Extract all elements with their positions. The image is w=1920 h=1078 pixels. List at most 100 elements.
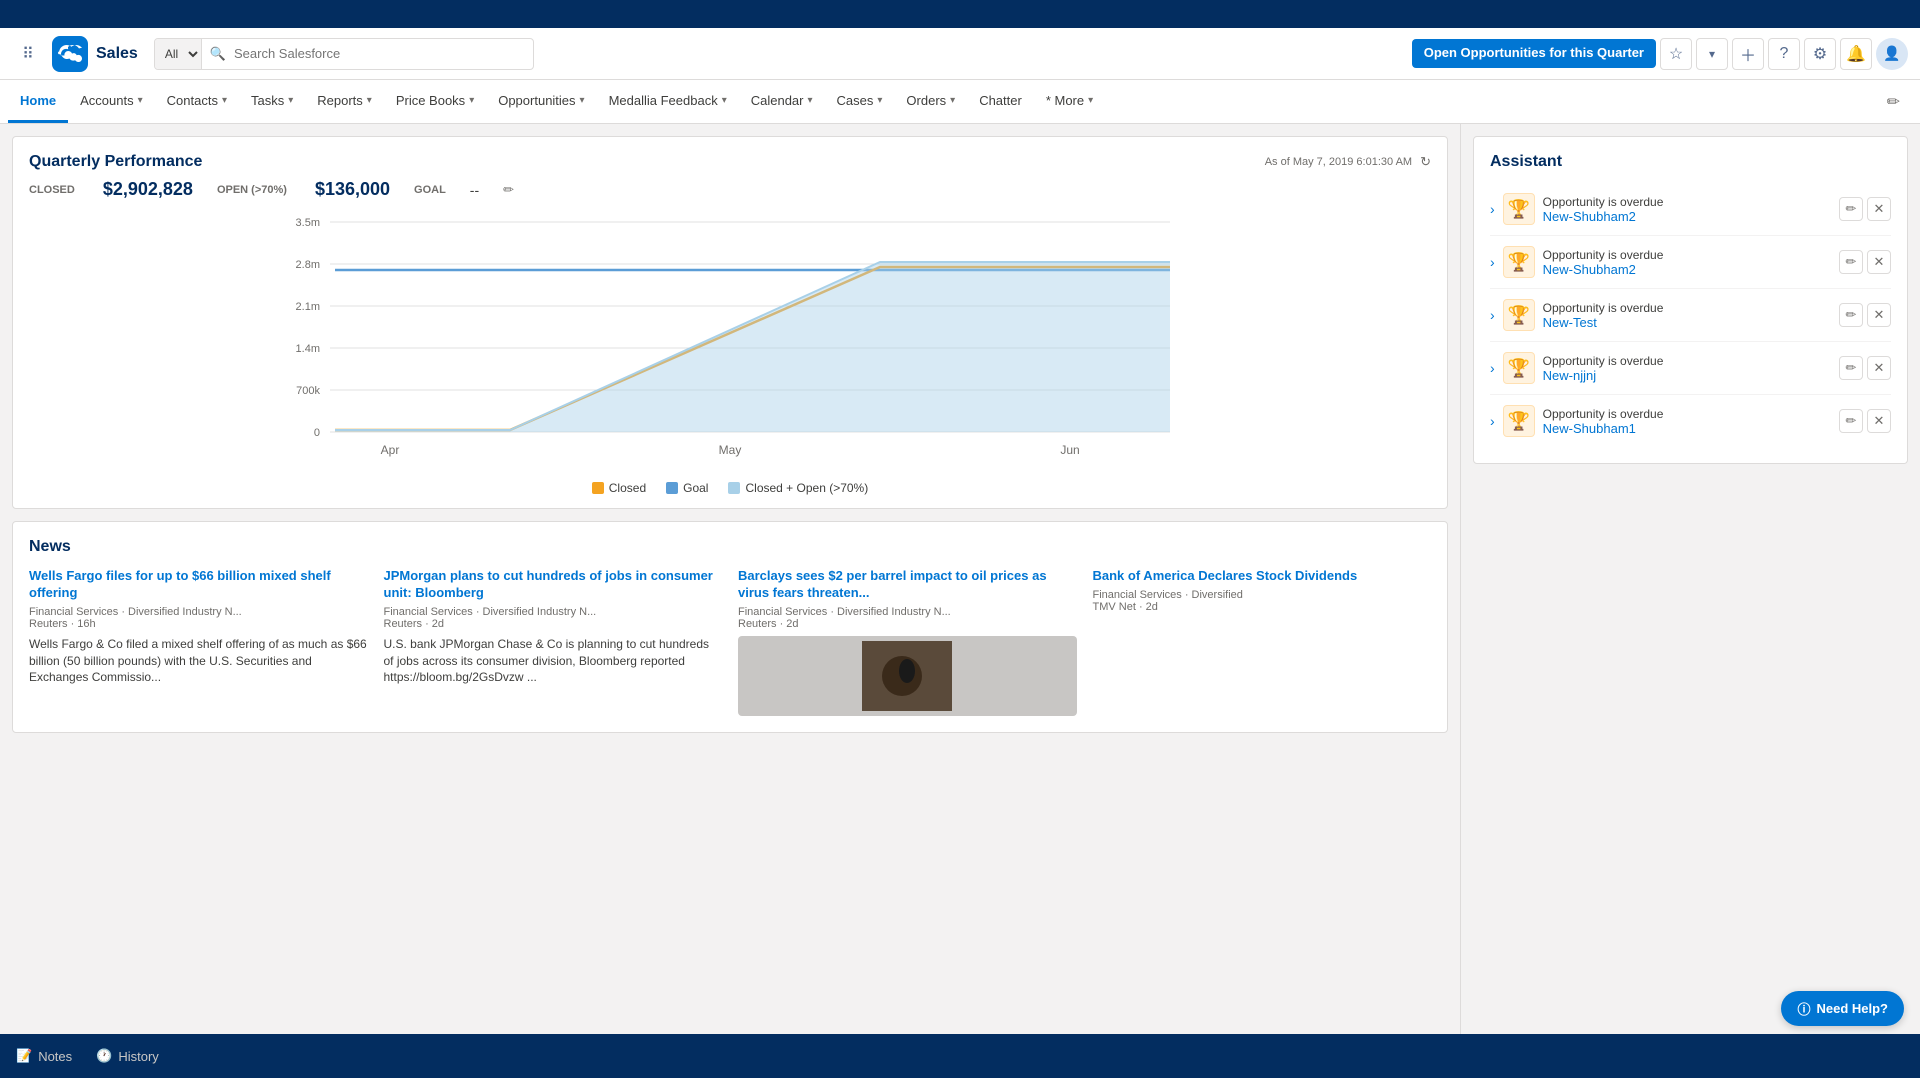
nav-item-chatter[interactable]: Chatter	[967, 80, 1034, 123]
new-record-icon[interactable]: ＋	[1732, 38, 1764, 70]
expand-icon[interactable]: ›	[1490, 413, 1495, 429]
history-label: History	[118, 1049, 158, 1064]
salesforce-logo[interactable]	[52, 36, 88, 72]
assist-link[interactable]: New-Test	[1543, 315, 1831, 330]
search-icon: 🔍	[202, 46, 234, 62]
legend-goal-dot	[666, 482, 678, 494]
search-input[interactable]	[234, 46, 533, 61]
nav-item-cases[interactable]: Cases ▾	[825, 80, 895, 123]
edit-button[interactable]: ✏	[1839, 303, 1863, 327]
nav-item-more[interactable]: * More ▾	[1034, 80, 1105, 123]
legend-closed-open: Closed + Open (>70%)	[728, 481, 868, 495]
nav-item-medallia[interactable]: Medallia Feedback ▾	[597, 80, 739, 123]
setup-icon[interactable]: ⚙	[1804, 38, 1836, 70]
assist-link[interactable]: New-Shubham1	[1543, 421, 1831, 436]
notes-label: Notes	[38, 1049, 72, 1064]
qp-metrics: CLOSED $2,902,828 OPEN (>70%) $136,000 G…	[29, 179, 1431, 200]
content-area: Quarterly Performance As of May 7, 2019 …	[0, 124, 1920, 1078]
assist-actions: ✏ ✕	[1839, 356, 1891, 380]
open-label: OPEN (>70%)	[217, 184, 287, 196]
legend-closed-open-dot	[728, 482, 740, 494]
app-grid-icon[interactable]: ⠿	[12, 38, 44, 70]
goal-edit-icon[interactable]: ✏	[503, 182, 514, 198]
open-opportunities-button[interactable]: Open Opportunities for this Quarter	[1412, 39, 1656, 68]
nav-item-home-label: Home	[20, 93, 56, 108]
chevron-down-icon: ▾	[367, 95, 372, 106]
chevron-down-icon: ▾	[950, 95, 955, 106]
legend-goal-label: Goal	[683, 481, 708, 495]
nav-item-opportunities[interactable]: Opportunities ▾	[486, 80, 596, 123]
dismiss-button[interactable]: ✕	[1867, 409, 1891, 433]
dismiss-button[interactable]: ✕	[1867, 303, 1891, 327]
news-item: JPMorgan plans to cut hundreds of jobs i…	[384, 568, 723, 716]
news-item-title[interactable]: Bank of America Declares Stock Dividends	[1093, 568, 1432, 585]
chart-legend: Closed Goal Closed + Open (>70%)	[29, 481, 1431, 495]
main-header: ⠿ Sales All 🔍 Open Opportunities for thi…	[0, 28, 1920, 80]
nav-item-accounts-label: Accounts	[80, 93, 133, 108]
expand-icon[interactable]: ›	[1490, 201, 1495, 217]
favorites-list-icon[interactable]: ▾	[1696, 38, 1728, 70]
nav-item-home[interactable]: Home	[8, 80, 68, 123]
nav-item-pricebooks-label: Price Books	[396, 93, 465, 108]
search-scope-select[interactable]: All	[155, 39, 202, 69]
right-panel: Assistant › 🏆 Opportunity is overdue New…	[1460, 124, 1920, 1078]
assist-link[interactable]: New-Shubham2	[1543, 262, 1831, 277]
edit-button[interactable]: ✏	[1839, 250, 1863, 274]
chevron-down-icon: ▾	[580, 95, 585, 106]
refresh-icon[interactable]: ↻	[1420, 154, 1431, 170]
nav-item-tasks[interactable]: Tasks ▾	[239, 80, 305, 123]
history-item[interactable]: 🕐 History	[96, 1048, 159, 1064]
news-item-title[interactable]: JPMorgan plans to cut hundreds of jobs i…	[384, 568, 723, 602]
dismiss-button[interactable]: ✕	[1867, 197, 1891, 221]
favorites-icon[interactable]: ☆	[1660, 38, 1692, 70]
edit-button[interactable]: ✏	[1839, 356, 1863, 380]
quarterly-performance-card: Quarterly Performance As of May 7, 2019 …	[12, 136, 1448, 509]
news-item-title[interactable]: Barclays sees $2 per barrel impact to oi…	[738, 568, 1077, 602]
svg-text:700k: 700k	[296, 385, 320, 397]
expand-icon[interactable]: ›	[1490, 254, 1495, 270]
left-panel: Quarterly Performance As of May 7, 2019 …	[0, 124, 1460, 1078]
avatar[interactable]: 👤	[1876, 38, 1908, 70]
assistant-title: Assistant	[1490, 153, 1891, 171]
nav-item-reports[interactable]: Reports ▾	[305, 80, 384, 123]
edit-button[interactable]: ✏	[1839, 197, 1863, 221]
qp-header: Quarterly Performance As of May 7, 2019 …	[29, 153, 1431, 171]
chevron-down-icon: ▾	[288, 95, 293, 106]
notes-item[interactable]: 📝 Notes	[16, 1048, 72, 1064]
help-icon[interactable]: ?	[1768, 38, 1800, 70]
nav-item-chatter-label: Chatter	[979, 93, 1022, 108]
news-card: News Wells Fargo files for up to $66 bil…	[12, 521, 1448, 733]
expand-icon[interactable]: ›	[1490, 307, 1495, 323]
closed-label: CLOSED	[29, 184, 75, 196]
nav-item-calendar[interactable]: Calendar ▾	[739, 80, 825, 123]
opportunity-icon: 🏆	[1503, 352, 1535, 384]
nav-item-accounts[interactable]: Accounts ▾	[68, 80, 155, 123]
nav-item-orders[interactable]: Orders ▾	[894, 80, 967, 123]
news-body: U.S. bank JPMorgan Chase & Co is plannin…	[384, 636, 723, 686]
nav-item-opportunities-label: Opportunities	[498, 93, 575, 108]
chevron-down-icon: ▾	[222, 95, 227, 106]
legend-closed-label: Closed	[609, 481, 646, 495]
goal-value: --	[470, 182, 479, 198]
header-actions: Open Opportunities for this Quarter ☆ ▾ …	[1412, 38, 1908, 70]
news-title: News	[29, 538, 1431, 556]
assistant-item: › 🏆 Opportunity is overdue New-Shubham2 …	[1490, 236, 1891, 289]
nav-edit-icon[interactable]: ✏	[1875, 80, 1912, 123]
need-help-button[interactable]: ⓘ Need Help?	[1781, 991, 1904, 1026]
news-item-title[interactable]: Wells Fargo files for up to $66 billion …	[29, 568, 368, 602]
nav-item-medallia-label: Medallia Feedback	[609, 93, 718, 108]
notifications-icon[interactable]: 🔔	[1840, 38, 1872, 70]
assist-actions: ✏ ✕	[1839, 409, 1891, 433]
legend-closed: Closed	[592, 481, 646, 495]
nav-item-contacts[interactable]: Contacts ▾	[155, 80, 239, 123]
dismiss-button[interactable]: ✕	[1867, 250, 1891, 274]
expand-icon[interactable]: ›	[1490, 360, 1495, 376]
edit-button[interactable]: ✏	[1839, 409, 1863, 433]
nav-bar: Home Accounts ▾ Contacts ▾ Tasks ▾ Repor…	[0, 80, 1920, 124]
assist-link[interactable]: New-Shubham2	[1543, 209, 1831, 224]
nav-item-pricebooks[interactable]: Price Books ▾	[384, 80, 486, 123]
assist-link[interactable]: New-njjnj	[1543, 368, 1831, 383]
opportunity-icon: 🏆	[1503, 193, 1535, 225]
nav-item-cases-label: Cases	[837, 93, 874, 108]
dismiss-button[interactable]: ✕	[1867, 356, 1891, 380]
